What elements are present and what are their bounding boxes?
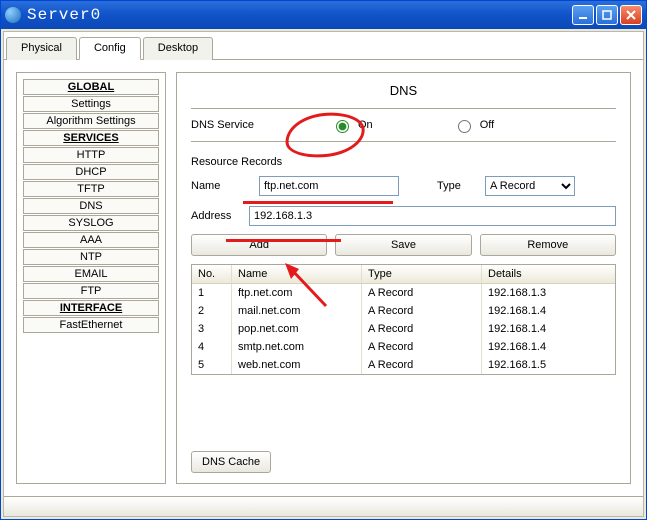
client-area: Physical Config Desktop GLOBAL Settings … [3,31,644,517]
col-type[interactable]: Type [362,265,482,283]
cell-details: 192.168.1.4 [482,320,615,338]
table-row[interactable]: 1ftp.net.comA Record192.168.1.3 [192,284,615,302]
address-label: Address [191,210,243,222]
address-input[interactable] [249,206,616,226]
cell-no: 2 [192,302,232,320]
cell-details: 192.168.1.4 [482,302,615,320]
cell-type: A Record [362,284,482,302]
col-name[interactable]: Name [232,265,362,283]
divider [191,108,616,109]
divider [191,141,616,142]
dns-service-row: DNS Service On Off [191,117,616,133]
sidebar-head-services: SERVICES [23,130,159,146]
cell-name: smtp.net.com [232,338,362,356]
body: GLOBAL Settings Algorithm Settings SERVI… [4,60,643,496]
records-body: 1ftp.net.comA Record192.168.1.32mail.net… [192,284,615,374]
address-row: Address [191,206,616,226]
cell-type: A Record [362,356,482,374]
cell-type: A Record [362,338,482,356]
cell-type: A Record [362,302,482,320]
col-no[interactable]: No. [192,265,232,283]
window-buttons [572,5,642,25]
sidebar-item-dhcp[interactable]: DHCP [23,164,159,180]
tabstrip: Physical Config Desktop [4,32,643,60]
minimize-icon [578,10,588,20]
radio-on[interactable] [336,120,349,133]
cell-no: 4 [192,338,232,356]
save-button[interactable]: Save [335,234,471,256]
window-title: Server0 [27,6,572,24]
add-button[interactable]: Add [191,234,327,256]
titlebar: Server0 [1,1,646,29]
sidebar-head-global: GLOBAL [23,79,159,95]
sidebar-item-algorithm-settings[interactable]: Algorithm Settings [23,113,159,129]
sidebar-item-settings[interactable]: Settings [23,96,159,112]
cell-details: 192.168.1.3 [482,284,615,302]
col-details[interactable]: Details [482,265,615,283]
table-row[interactable]: 5web.net.comA Record192.168.1.5 [192,356,615,374]
page-title: DNS [191,83,616,98]
app-icon [5,7,21,23]
button-row: Add Save Remove [191,234,616,256]
name-input[interactable] [259,176,399,196]
sidebar-item-ntp[interactable]: NTP [23,249,159,265]
radio-off-label: Off [480,119,494,131]
dns-service-radio-group: On Off [331,117,494,133]
type-select[interactable]: A Record [485,176,575,196]
radio-on-wrap: On [331,117,373,133]
minimize-button[interactable] [572,5,594,25]
sidebar-item-tftp[interactable]: TFTP [23,181,159,197]
name-type-row: Name Type A Record [191,176,616,196]
close-icon [626,10,636,20]
radio-off-wrap: Off [453,117,494,133]
records-header: No. Name Type Details [192,265,615,284]
sidebar-item-dns[interactable]: DNS [23,198,159,214]
type-label: Type [437,180,477,192]
sidebar-item-ftp[interactable]: FTP [23,283,159,299]
maximize-button[interactable] [596,5,618,25]
cell-name: ftp.net.com [232,284,362,302]
radio-on-label: On [358,119,373,131]
sidebar-head-interface: INTERFACE [23,300,159,316]
cell-no: 5 [192,356,232,374]
sidebar-item-aaa[interactable]: AAA [23,232,159,248]
cell-name: pop.net.com [232,320,362,338]
maximize-icon [602,10,612,20]
close-button[interactable] [620,5,642,25]
cell-name: web.net.com [232,356,362,374]
tab-config[interactable]: Config [79,37,141,60]
footer: DNS Cache [191,451,616,473]
cell-type: A Record [362,320,482,338]
table-row[interactable]: 4smtp.net.comA Record192.168.1.4 [192,338,615,356]
cell-no: 1 [192,284,232,302]
tab-physical[interactable]: Physical [6,37,77,60]
dns-service-label: DNS Service [191,119,281,131]
cell-details: 192.168.1.4 [482,338,615,356]
dns-cache-button[interactable]: DNS Cache [191,451,271,473]
statusbar [4,496,643,516]
sidebar-item-fastethernet[interactable]: FastEthernet [23,317,159,333]
sidebar-item-http[interactable]: HTTP [23,147,159,163]
cell-details: 192.168.1.5 [482,356,615,374]
radio-off[interactable] [458,120,471,133]
main-panel: DNS DNS Service On Off [176,72,631,484]
tab-desktop[interactable]: Desktop [143,37,213,60]
table-row[interactable]: 2mail.net.comA Record192.168.1.4 [192,302,615,320]
sidebar-item-syslog[interactable]: SYSLOG [23,215,159,231]
name-label: Name [191,180,251,192]
resource-records-label: Resource Records [191,156,616,168]
sidebar-item-email[interactable]: EMAIL [23,266,159,282]
cell-no: 3 [192,320,232,338]
remove-button[interactable]: Remove [480,234,616,256]
cell-name: mail.net.com [232,302,362,320]
sidebar: GLOBAL Settings Algorithm Settings SERVI… [16,72,166,484]
table-row[interactable]: 3pop.net.comA Record192.168.1.4 [192,320,615,338]
records-table: No. Name Type Details 1ftp.net.comA Reco… [191,264,616,375]
window: Server0 Physical Config Desktop GLOBAL S… [0,0,647,520]
